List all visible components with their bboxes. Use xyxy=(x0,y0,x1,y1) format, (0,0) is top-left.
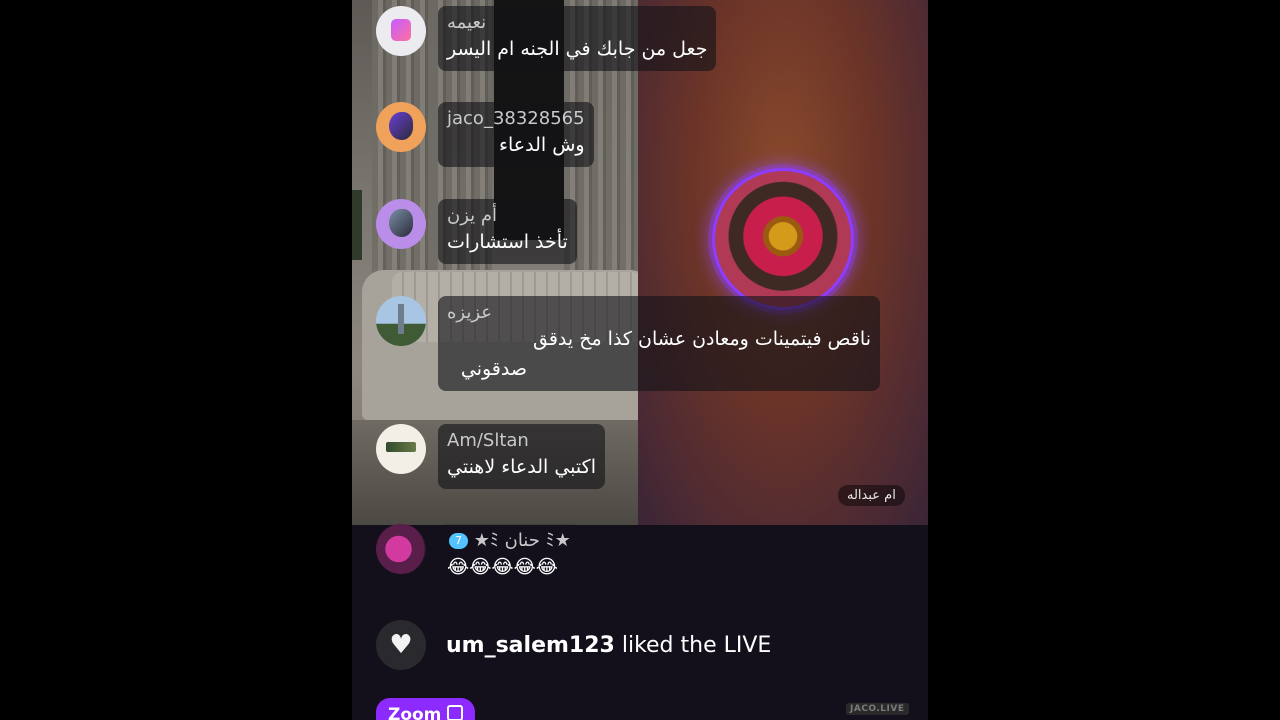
like-action: liked the LIVE xyxy=(621,632,772,658)
chat-bubble: عزيزه ناقص فيتمينات ومعادن عشان كذا مخ ي… xyxy=(438,296,880,391)
chat-bubble: أم يزن تأخذ استشارات xyxy=(438,199,577,264)
avatar[interactable] xyxy=(376,524,426,574)
host-name-label: ام عبداله xyxy=(838,485,905,506)
chat-text-line: صدقوني xyxy=(460,358,527,380)
chat-text: 😂😂😂😂😂 xyxy=(447,556,559,578)
zoom-label: Zoom xyxy=(388,705,442,720)
chat-username: نعيمه xyxy=(447,12,487,33)
avatar[interactable] xyxy=(376,102,426,152)
chat-username: أم يزن xyxy=(447,205,498,226)
avatar[interactable] xyxy=(376,6,426,56)
host-avatar[interactable] xyxy=(712,168,854,310)
chat-bubble: نعيمه جعل من جابك في الجنه ام اليسر xyxy=(438,6,717,71)
like-username: um_salem123 xyxy=(446,632,615,658)
like-event-text: um_salem123 liked the LIVE xyxy=(446,633,771,658)
chat-text: اكتبي الدعاء لاهنتي xyxy=(447,456,596,478)
chat-message: نعيمه جعل من جابك في الجنه ام اليسر xyxy=(376,6,717,71)
chat-message: Am/Sltan اكتبي الدعاء لاهنتي xyxy=(376,424,605,489)
chat-bubble: jaco_38328565 وش الدعاء xyxy=(438,102,594,167)
chat-text: وش الدعاء xyxy=(499,134,585,156)
chat-message: ★ﾐ حنان ﾐ★ 7 😂😂😂😂😂 xyxy=(376,524,580,589)
chat-username: jaco_38328565 xyxy=(447,108,585,129)
chat-message: عزيزه ناقص فيتمينات ومعادن عشان كذا مخ ي… xyxy=(376,296,880,391)
avatar[interactable] xyxy=(376,424,426,474)
zoom-icon xyxy=(447,705,464,720)
chat-text: تأخذ استشارات xyxy=(447,231,568,253)
chat-username-text: ★ﾐ حنان ﾐ★ xyxy=(473,530,571,551)
chat-username: ★ﾐ حنان ﾐ★ 7 xyxy=(447,530,571,552)
avatar[interactable] xyxy=(376,296,426,346)
avatar[interactable] xyxy=(376,199,426,249)
chat-message: jaco_38328565 وش الدعاء xyxy=(376,102,594,167)
watermark: JACO.LIVE xyxy=(846,703,909,715)
zoom-button[interactable]: Zoom xyxy=(376,698,476,720)
chat-text: جعل من جابك في الجنه ام اليسر xyxy=(447,38,708,60)
chat-username: عزيزه xyxy=(447,302,493,323)
chat-username: Am/Sltan xyxy=(447,430,529,451)
plant-decor xyxy=(352,190,362,260)
chat-bubble: ★ﾐ حنان ﾐ★ 7 😂😂😂😂😂 xyxy=(438,524,580,589)
level-badge: 7 xyxy=(449,533,468,549)
like-event: ♥ um_salem123 liked the LIVE xyxy=(376,620,771,670)
live-stream-view: ام عبداله نعيمه جعل من جابك في الجنه ام … xyxy=(352,0,928,720)
chat-bubble: Am/Sltan اكتبي الدعاء لاهنتي xyxy=(438,424,605,489)
chat-message: أم يزن تأخذ استشارات xyxy=(376,199,577,264)
chat-text-line: ناقص فيتمينات ومعادن عشان كذا مخ يدقق xyxy=(532,328,871,350)
heart-icon-circle: ♥ xyxy=(376,620,426,670)
heart-icon: ♥ xyxy=(389,630,413,660)
